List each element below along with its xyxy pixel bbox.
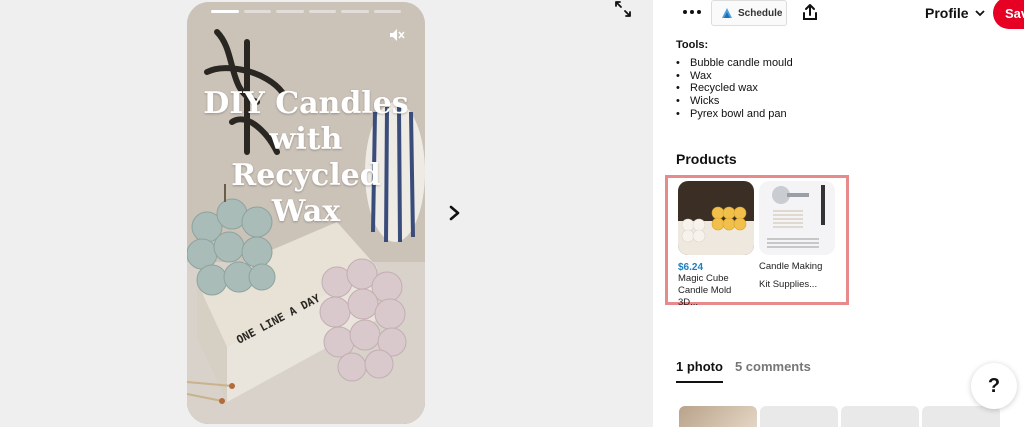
share-icon[interactable] [801, 3, 819, 21]
story-pin-player[interactable]: ONE LINE A DAY DIY Candles with Recycled… [187, 2, 425, 424]
pin-toolbar: Schedule Profile Save [653, 0, 1024, 29]
profile-dropdown[interactable]: Profile [925, 5, 985, 21]
story-title-line: DIY Candles [203, 86, 409, 121]
story-progress [211, 10, 401, 13]
help-button[interactable]: ? [971, 363, 1017, 409]
product-name-line: Candle Making [759, 261, 823, 272]
products-section: $6.24 Magic Cube Candle Mold 3D... Candl… [665, 175, 849, 308]
content-tabs: 1 photo 5 comments [676, 359, 811, 383]
progress-segment [276, 10, 304, 13]
list-item: Recycled wax [676, 82, 793, 95]
product-name-line: Candle Mold 3D... [678, 285, 732, 308]
progress-segment [308, 10, 336, 13]
schedule-label: Schedule [738, 7, 783, 19]
photo-thumbnail[interactable] [679, 406, 757, 427]
progress-segment [211, 10, 239, 13]
next-page-button[interactable] [445, 202, 465, 224]
product-name-line: Magic Cube [678, 273, 729, 284]
products-heading: Products [676, 151, 737, 167]
list-item: Wax [676, 70, 793, 83]
product-image [678, 181, 754, 255]
photo-thumbnail[interactable] [841, 406, 919, 427]
pin-details-panel: Schedule Profile Save Tools: Bubble cand… [653, 0, 1024, 427]
mute-icon[interactable] [389, 28, 405, 47]
list-item: Bubble candle mould [676, 57, 793, 70]
schedule-button[interactable]: Schedule [711, 0, 787, 26]
photo-thumbnails [679, 406, 1000, 427]
photo-thumbnail[interactable] [760, 406, 838, 427]
progress-segment [243, 10, 271, 13]
product-name-line: Kit Supplies... [759, 279, 818, 290]
chevron-right-icon [449, 205, 460, 221]
product-card[interactable]: $6.24 Magic Cube Candle Mold 3D... [678, 181, 754, 309]
product-image [759, 181, 835, 255]
expand-button[interactable] [613, 0, 633, 18]
photo-thumbnail[interactable] [922, 406, 1000, 427]
story-title: DIY Candles with Recycled Wax [187, 86, 425, 230]
story-title-line: Wax [271, 194, 341, 229]
tools-list: Bubble candle mould Wax Recycled wax Wic… [676, 57, 793, 121]
schedule-logo-icon [722, 8, 732, 18]
progress-segment [341, 10, 369, 13]
more-options-icon[interactable] [683, 4, 703, 20]
product-price: $6.24 [678, 262, 704, 273]
story-title-line: with Recycled [231, 122, 381, 193]
tools-heading: Tools: [676, 39, 709, 51]
tab-comments[interactable]: 5 comments [735, 359, 811, 383]
profile-label: Profile [925, 5, 969, 21]
expand-icon [615, 1, 631, 17]
progress-segment [373, 10, 401, 13]
pin-media-area: ONE LINE A DAY DIY Candles with Recycled… [0, 0, 653, 427]
save-button[interactable]: Save [993, 0, 1024, 29]
list-item: Pyrex bowl and pan [676, 108, 793, 121]
product-card[interactable]: Candle Making Kit Supplies... [759, 181, 835, 291]
list-item: Wicks [676, 95, 793, 108]
tab-photos[interactable]: 1 photo [676, 359, 723, 383]
chevron-down-icon [974, 9, 985, 16]
